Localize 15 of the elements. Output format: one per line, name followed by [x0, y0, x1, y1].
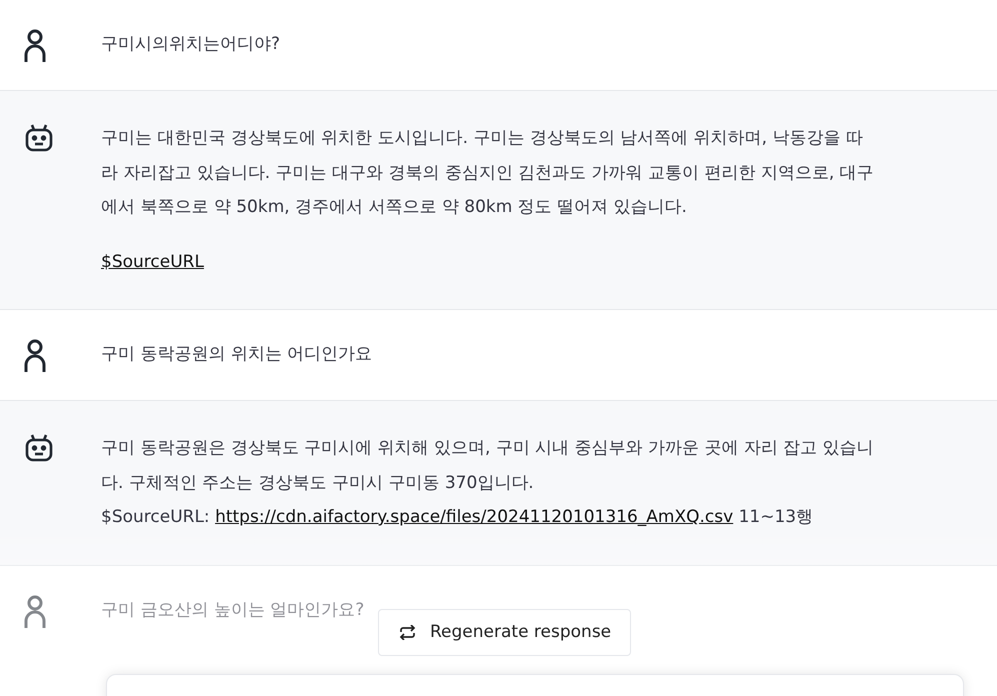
robot-icon: [24, 123, 54, 153]
source-link[interactable]: https://cdn.aifactory.space/files/20241120101316_AmXQ.csv: [215, 507, 734, 527]
user-icon: [24, 29, 46, 63]
message-text: 구미는 대한민국 경상북도에 위치한 도시입니다. 구미는 경상북도의 남서쪽에 위치하며, 낙동강을 따라 자리잡고 있습니다. 구미는 대구와 경북의 중심지인 김천과도 가까워 교통이 편리한 지역으로, 대구에서 북쪽으로 약 50km, 경주에서 서쪽으로 약 80km 정도 떨어져 있습니다.: [101, 127, 875, 219]
message-text: $SourceURL: https://cdn.aifactory.space/files/20241120101316_AmXQ.csv 11~13행: [101, 506, 814, 529]
robot-icon: [24, 433, 54, 463]
user-icon: [24, 594, 46, 628]
source-link[interactable]: $SourceURL: [101, 252, 204, 272]
message-text: 구미 동락공원의 위치는 어디인가요: [101, 343, 374, 366]
message-text: 구미 금오산의 높이는 얼마인가요?: [101, 598, 366, 622]
message-text: 구미 동락공원은 경상북도 구미시에 위치해 있으며, 구미 시내 중심부와 가까운 곳에 자리 잡고 있습니다. 구체적인 주소는 경상북도 구미시 구미동 370입니다.: [101, 437, 875, 494]
user-icon: [24, 339, 46, 373]
regenerate-button[interactable]: Regenerate response: [378, 609, 631, 656]
refresh-icon: [399, 625, 416, 640]
message-text: 구미시의위치는어디야?: [101, 33, 282, 56]
